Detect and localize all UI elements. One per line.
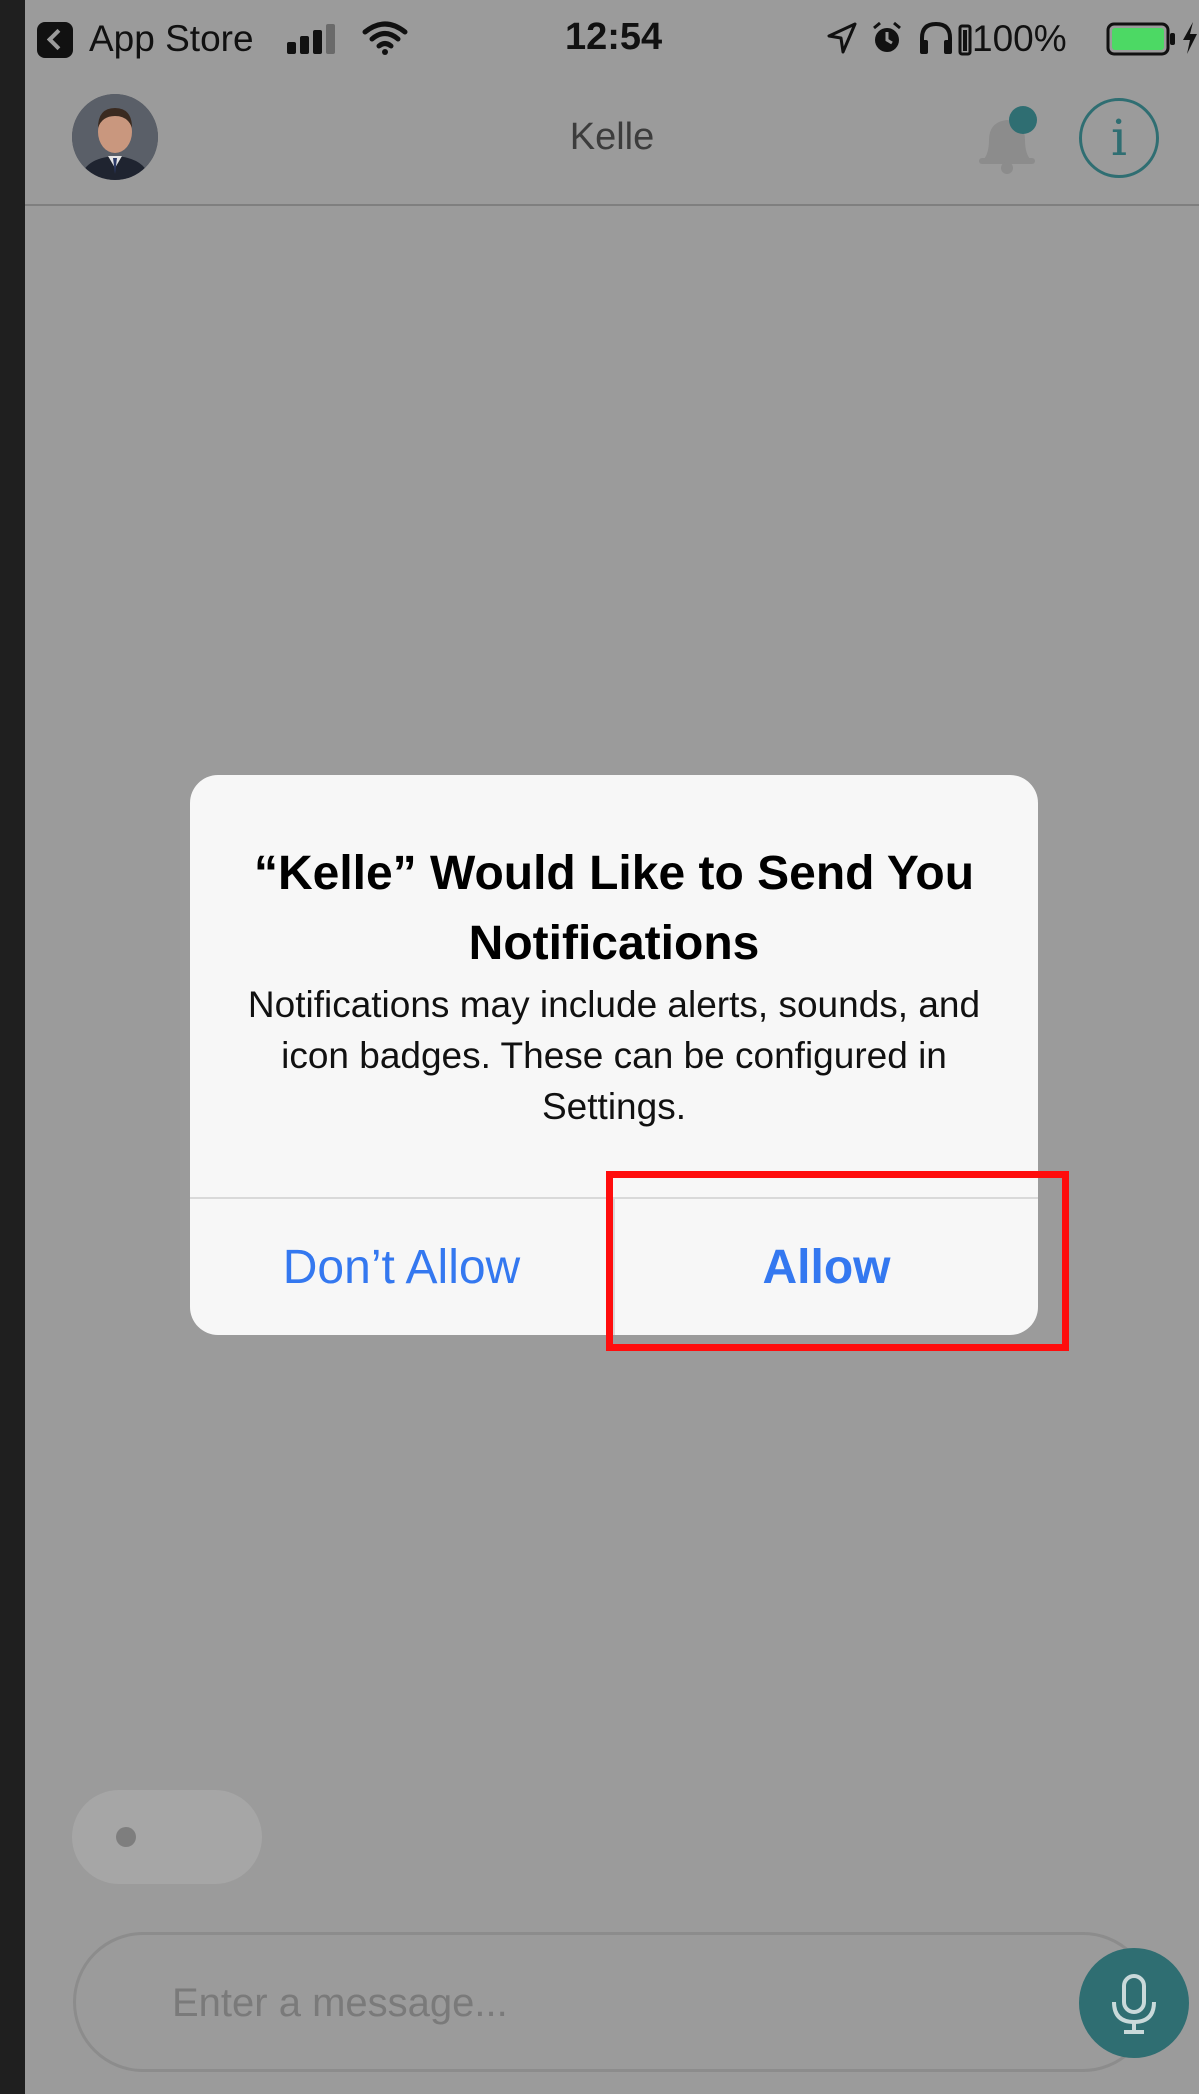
mic-button[interactable] [1079,1948,1189,2058]
status-time: 12:54 [565,16,663,58]
message-input[interactable] [172,1975,952,2031]
back-to-app-label[interactable]: App Store [89,18,254,60]
location-arrow-icon [827,22,857,54]
cellular-signal-icon [287,24,341,54]
allow-highlight-box [606,1171,1069,1351]
charging-bolt-icon [1183,22,1197,54]
typing-dot [116,1827,136,1847]
back-to-app-icon[interactable] [37,22,73,58]
status-bar: App Store 12:54 100% [25,0,1199,76]
alarm-icon [873,21,901,52]
message-composer [73,1932,1189,2072]
typing-indicator [72,1790,262,1884]
screen-frame: App Store 12:54 100% Kelle i Enter a mes… [0,0,1199,2094]
dont-allow-button[interactable]: Don’t Allow [190,1199,613,1335]
nav-bar: Kelle i [25,76,1199,206]
headphones-icon [920,21,972,56]
bell-icon[interactable] [973,104,1043,176]
microphone-icon [1112,1974,1156,2034]
alert-title: “Kelle” Would Like to Send You Notificat… [253,847,975,970]
alert-message: Notifications may include alerts, sounds… [247,984,981,1127]
battery-percent: 100% [972,18,1067,59]
battery-icon [1106,22,1175,56]
info-icon[interactable]: i [1079,98,1159,178]
wifi-icon [362,21,408,55]
